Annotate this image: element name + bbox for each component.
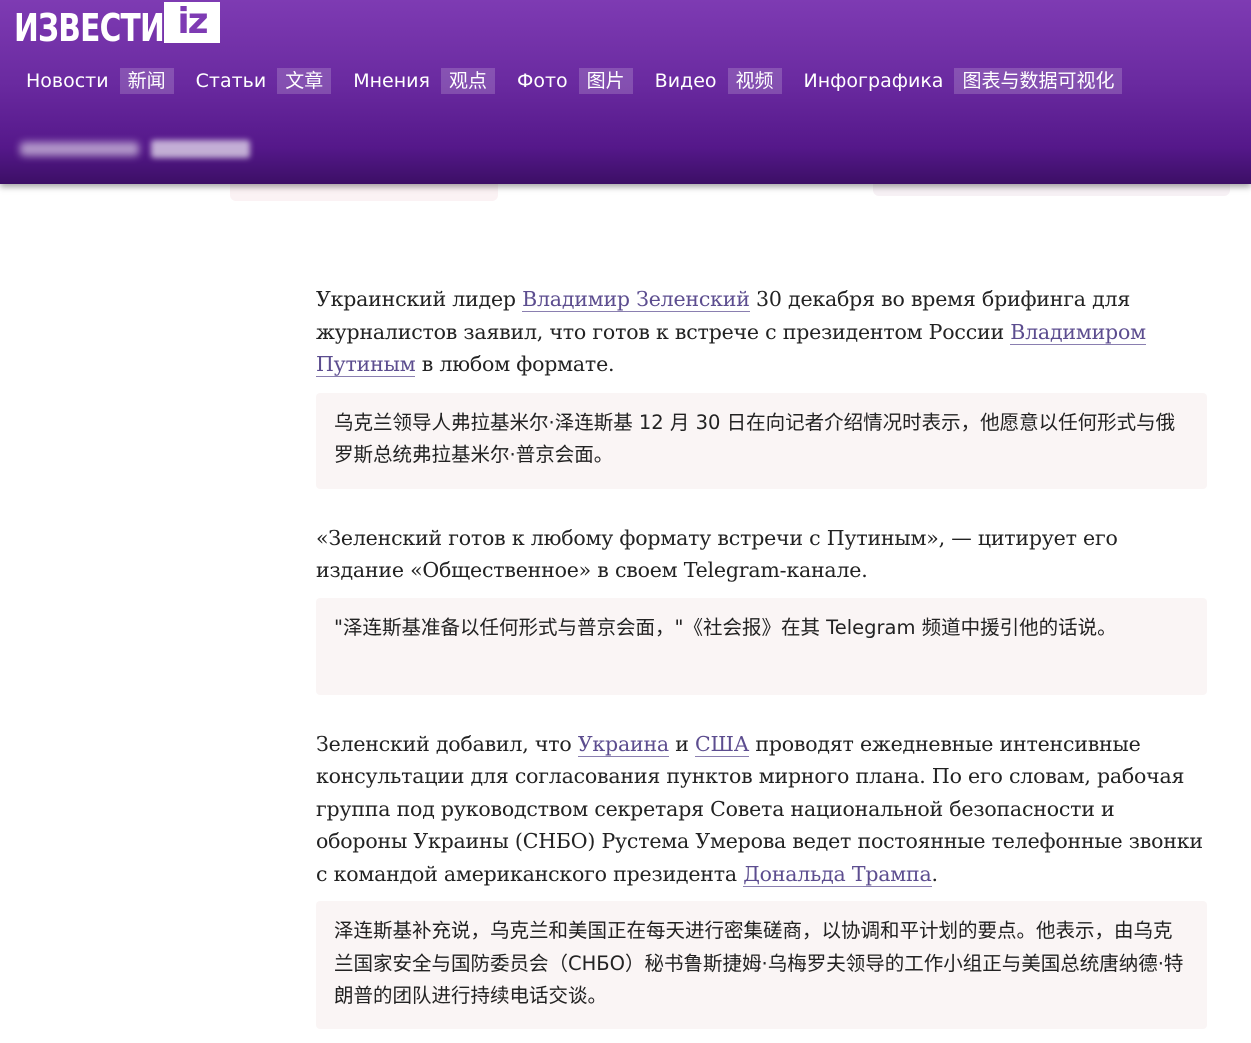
person-link[interactable]: Дональда Трампа [743,861,932,887]
paragraph-text: в любом формате. [415,352,615,376]
nav-translation: 新闻 [119,68,174,94]
person-link[interactable]: Владимир Зеленский [522,287,750,312]
nav-item-news[interactable]: Новости 新闻 [26,68,174,94]
nav-item-infographics[interactable]: Инфографика 图表与数据可视化 [804,68,1123,94]
logo-iz-badge[interactable]: iz [164,2,220,43]
paragraph: Зеленский добавил, что Украина и США про… [316,728,1208,891]
site-header: ИЗВЕСТИЯ iz Новости 新闻 Статьи 文章 Мнения … [0,0,1251,184]
country-link[interactable]: Украина [577,731,669,757]
nav-item-opinions[interactable]: Мнения 观点 [353,68,495,94]
nav-translation: 文章 [277,68,332,94]
nav-translation: 图表与数据可视化 [954,68,1123,94]
nav-label: Мнения [353,70,430,92]
logo-wordmark: ИЗВЕСТИЯ [14,6,187,50]
blurred-text [20,142,139,156]
nav-item-video[interactable]: Видео 视频 [655,68,782,94]
nav-item-articles[interactable]: Статьи 文章 [196,68,332,94]
nav-translation: 视频 [727,68,782,94]
nav-item-photo[interactable]: Фото 图片 [517,68,633,94]
blurred-subnav [20,138,250,160]
paragraph-text: Украинский лидер [316,287,523,311]
nav-label: Инфографика [803,70,944,92]
country-link[interactable]: США [695,731,749,757]
paragraph: Украинский лидер Владимир Зеленский 30 д… [316,283,1196,381]
translation-block: 泽连斯基补充说，乌克兰和美国正在每天进行密集磋商，以协调和平计划的要点。他表示，… [316,901,1207,1029]
nav-label: Статьи [195,70,267,92]
nav-label: Видео [654,70,717,92]
nav-translation: 观点 [440,68,495,94]
paragraph-text: и [668,731,696,756]
translation-block: 乌克兰领导人弗拉基米尔·泽连斯基 12 月 30 日在向记者介绍情况时表示，他愿… [316,392,1207,489]
nav-label: Новости [26,70,109,92]
nav-translation: 图片 [578,68,633,94]
main-nav: Новости 新闻 Статьи 文章 Мнения 观点 Фото 图片 В… [26,68,1144,94]
blurred-text [150,140,250,158]
paragraph-text: Зеленский добавил, что [316,731,578,756]
paragraph-text: . [931,861,939,886]
paragraph: «Зеленский готов к любому формату встреч… [316,525,1118,583]
nav-label: Фото [516,70,568,92]
article-body: Украинский лидер Владимир Зеленский 30 д… [316,283,1208,1029]
translation-block: "泽连斯基准备以任何形式与普京会面，"《社会报》在其 Telegram 频道中援… [316,597,1207,695]
